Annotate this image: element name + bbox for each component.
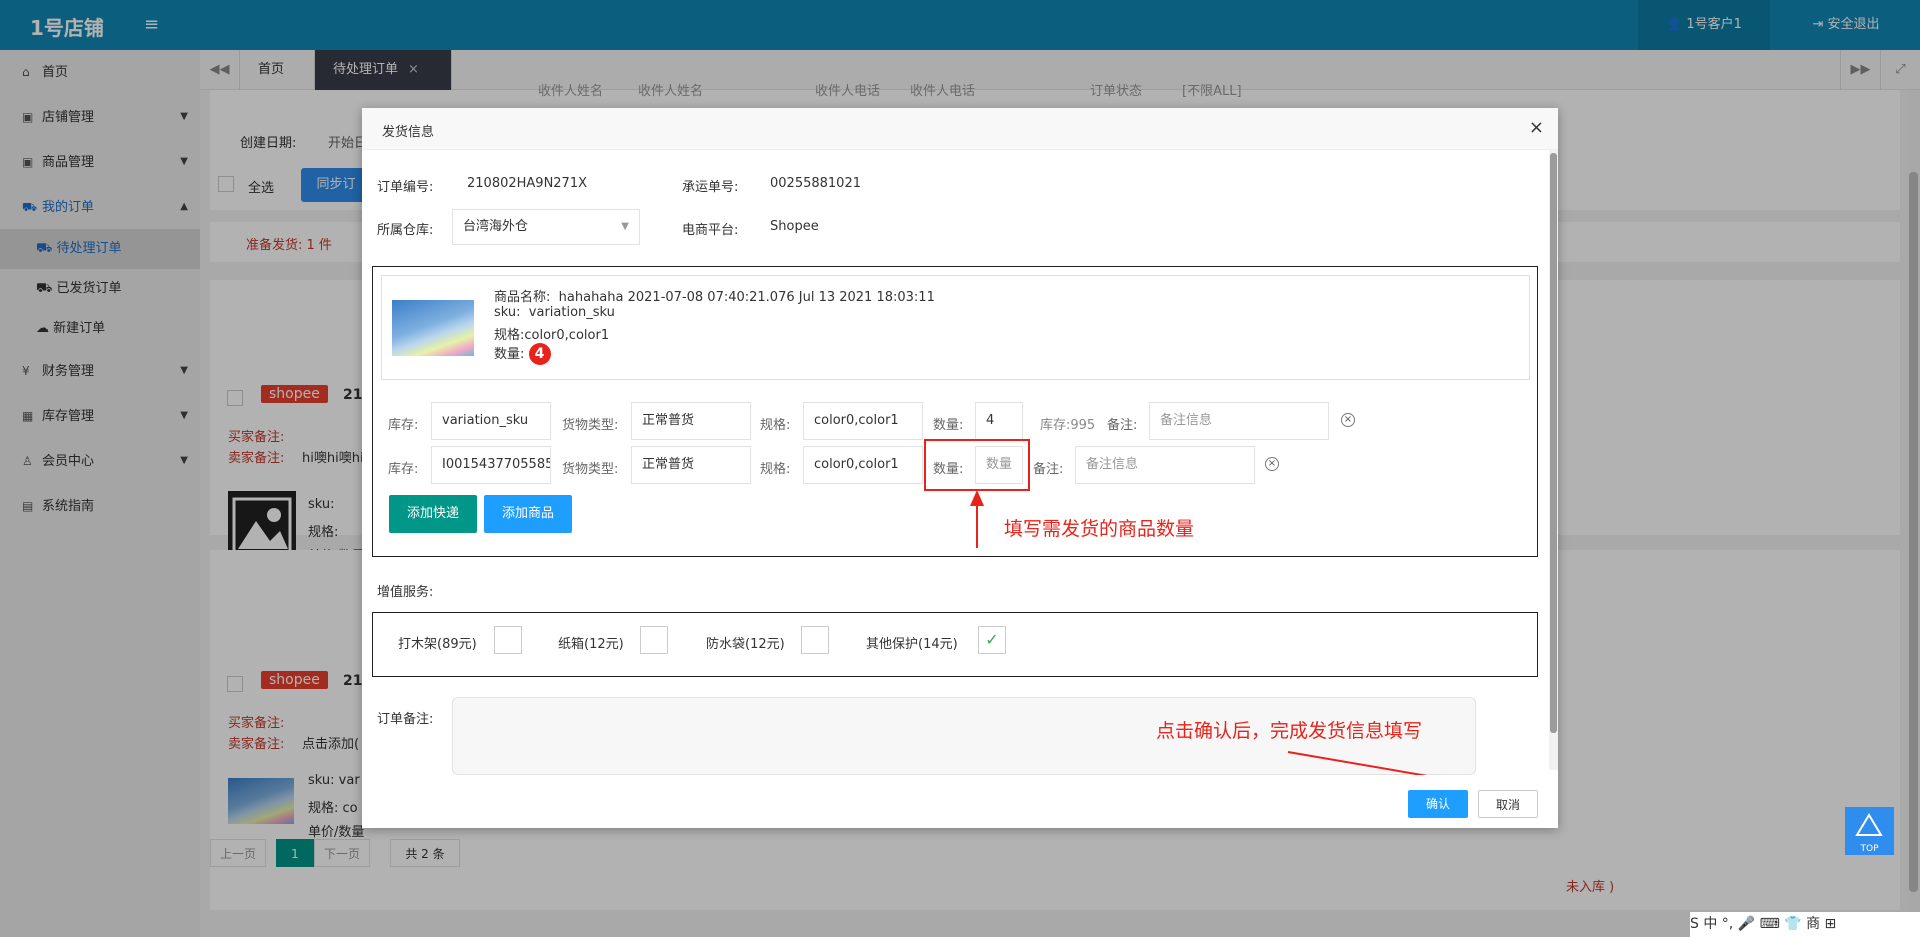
product-qty-badge: 4: [528, 343, 551, 365]
note-label: 备注:: [1107, 418, 1138, 433]
cargo-type-label: 货物类型:: [562, 418, 619, 433]
tracking-no-label: 承运单号:: [682, 180, 739, 195]
cargo-type-input[interactable]: 正常普货: [631, 446, 751, 484]
spec-label: 规格:: [760, 462, 791, 477]
stock-count: 库存:995: [1040, 418, 1096, 433]
dialog-title: 发货信息: [382, 125, 435, 140]
warehouse-label: 所属仓库:: [377, 223, 434, 238]
stock-sku-input[interactable]: variation_sku: [431, 402, 551, 440]
back-to-top-button[interactable]: TOP: [1845, 807, 1894, 855]
note-input[interactable]: 备注信息: [1149, 402, 1329, 440]
note-input[interactable]: 备注信息: [1075, 446, 1255, 484]
product-sku-label: sku:: [494, 305, 521, 320]
product-thumbnail: [392, 300, 474, 356]
dialog-header: 发货信息 ×: [362, 108, 1558, 150]
product-qty-row: 数量: 4: [494, 343, 551, 365]
value-added-label: 增值服务:: [377, 585, 434, 600]
order-no-value: 210802HA9N271X: [467, 176, 588, 191]
stock-label: 库存:: [388, 462, 419, 477]
ime-toolbar[interactable]: S 中 °, 🎤 ⌨ 👕 商 ⊞: [1690, 912, 1920, 937]
cargo-type-input[interactable]: 正常普货: [631, 402, 751, 440]
qty-label: 数量:: [933, 418, 964, 433]
close-icon[interactable]: ×: [1529, 117, 1544, 138]
stock-label: 库存:: [388, 418, 419, 433]
cancel-button[interactable]: 取消: [1478, 790, 1538, 818]
order-note-label: 订单备注:: [377, 712, 434, 727]
arrow-up-icon: [1855, 813, 1883, 836]
service-label: 纸箱(12元): [558, 637, 624, 652]
confirm-hint-annotation: 点击确认后，完成发货信息填写: [1156, 720, 1423, 742]
order-no-label: 订单编号:: [377, 180, 434, 195]
product-name-row: 商品名称: hahahaha 2021-07-08 07:40:21.076 J…: [494, 286, 935, 305]
product-sku-value: variation_sku: [528, 305, 615, 320]
product-sku-row: sku: variation_sku: [494, 305, 615, 320]
product-spec-value: color0,color1: [524, 328, 610, 343]
tracking-no-value: 00255881021: [770, 176, 861, 191]
service-checkbox-other-protection[interactable]: ✓: [978, 626, 1006, 654]
caret-down-icon: ▼: [621, 221, 629, 232]
note-label: 备注:: [1033, 462, 1064, 477]
product-name-label: 商品名称:: [494, 290, 551, 305]
spec-label: 规格:: [760, 418, 791, 433]
product-spec-label: 规格:: [494, 328, 525, 343]
service-label: 打木架(89元): [398, 637, 477, 652]
cargo-type-label: 货物类型:: [562, 462, 619, 477]
service-checkbox-carton[interactable]: [640, 626, 668, 654]
platform-value: Shopee: [770, 219, 819, 234]
platform-label: 电商平台:: [682, 223, 739, 238]
top-label: TOP: [1860, 844, 1879, 854]
qty-input[interactable]: 4: [975, 402, 1023, 440]
dialog-scrollbar-thumb[interactable]: [1550, 153, 1557, 733]
annotation-arrow-up: [970, 490, 984, 548]
service-checkbox-wood-frame[interactable]: [494, 626, 522, 654]
confirm-button[interactable]: 确认: [1408, 790, 1468, 818]
service-label: 其他保护(14元): [866, 637, 958, 652]
warehouse-select[interactable]: 台湾海外仓 ▼: [452, 209, 640, 245]
qty-highlight-box: [924, 439, 1030, 491]
add-product-button[interactable]: 添加商品: [484, 495, 573, 533]
dialog-footer: [362, 775, 1549, 828]
service-checkbox-waterproof[interactable]: [801, 626, 829, 654]
remove-row-icon[interactable]: ×: [1341, 413, 1355, 427]
qty-hint-annotation: 填写需发货的商品数量: [1004, 518, 1195, 540]
warehouse-value: 台湾海外仓: [463, 219, 529, 234]
spec-input[interactable]: color0,color1: [803, 446, 923, 484]
remove-row-icon[interactable]: ×: [1265, 457, 1279, 471]
product-name-value: hahahaha 2021-07-08 07:40:21.076 Jul 13 …: [558, 290, 935, 305]
product-qty-label: 数量:: [494, 347, 525, 362]
product-spec-row: 规格:color0,color1: [494, 324, 609, 343]
shipping-info-dialog: 发货信息 × 订单编号: 210802HA9N271X 承运单号: 002558…: [362, 108, 1558, 828]
check-icon: ✓: [985, 630, 999, 649]
spec-input[interactable]: color0,color1: [803, 402, 923, 440]
add-express-button[interactable]: 添加快递: [389, 495, 478, 533]
stock-sku-input[interactable]: I00154377055856: [431, 446, 551, 484]
service-label: 防水袋(12元): [706, 637, 785, 652]
